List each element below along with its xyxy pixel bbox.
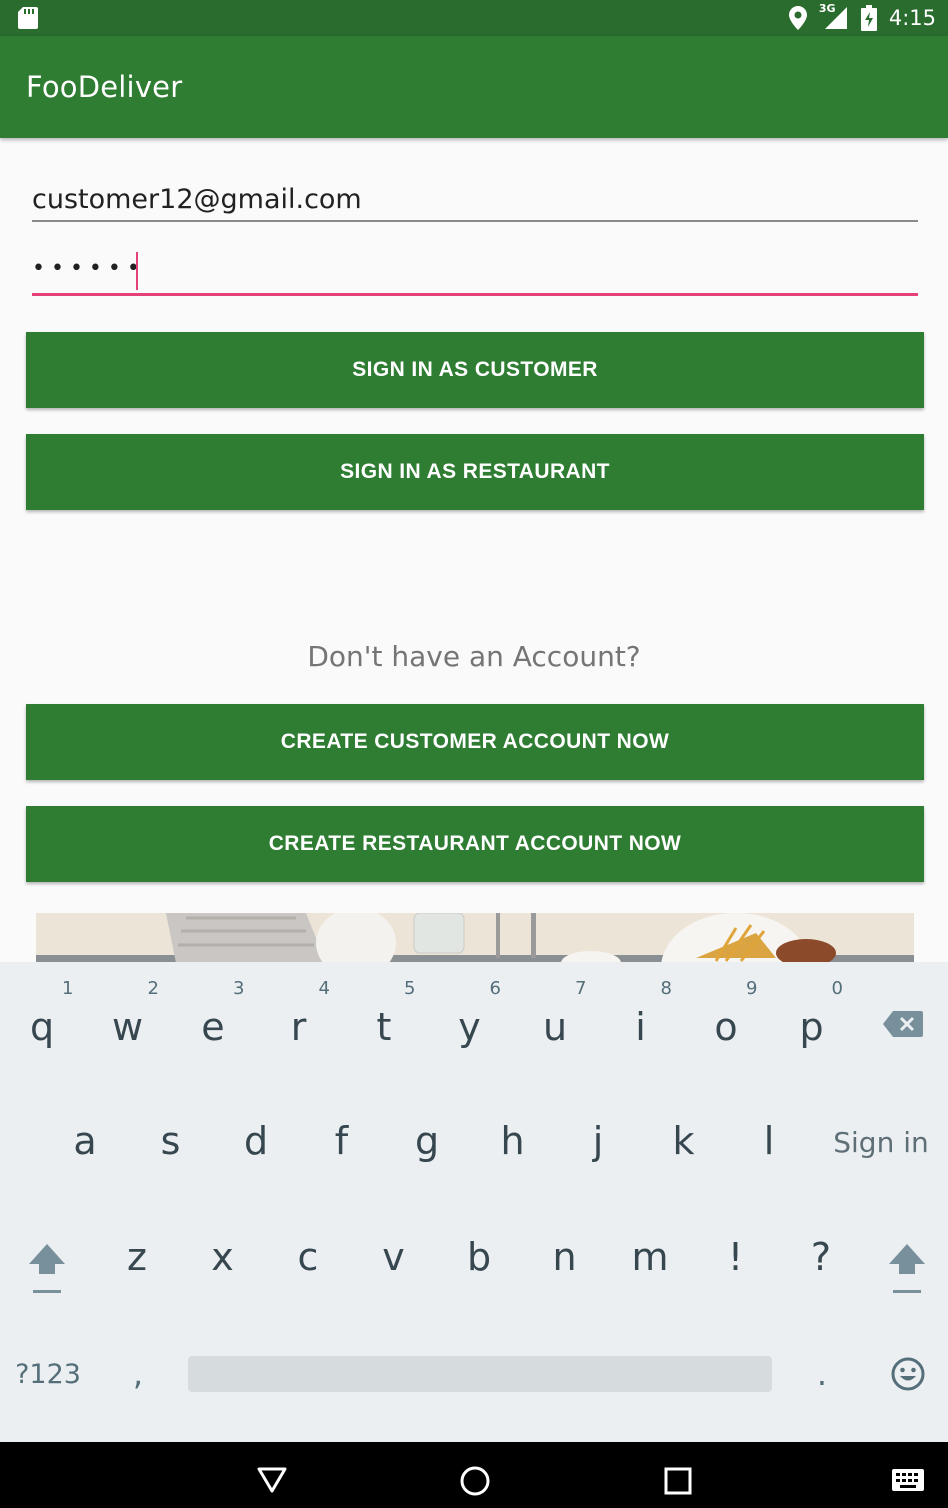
key-z[interactable]: z <box>107 1224 167 1290</box>
backspace-icon <box>883 1011 923 1037</box>
emoji-key[interactable] <box>876 1346 940 1402</box>
shift-icon <box>889 1244 925 1293</box>
create-restaurant-account-button[interactable]: CREATE RESTAURANT ACCOUNT NOW <box>26 806 924 882</box>
text-cursor <box>136 252 138 290</box>
shift-icon <box>29 1244 65 1293</box>
recents-icon[interactable] <box>664 1467 692 1495</box>
location-icon <box>788 6 807 30</box>
status-time: 4:15 <box>888 6 936 30</box>
key-i[interactable]: i <box>611 994 671 1060</box>
sign-in-restaurant-button[interactable]: SIGN IN AS RESTAURANT <box>26 434 924 510</box>
key-exclamation[interactable]: ! <box>706 1224 766 1290</box>
shift-key-right[interactable] <box>872 1230 942 1310</box>
key-d[interactable]: d <box>226 1108 286 1174</box>
status-bar: 3G 4:15 <box>0 0 948 36</box>
period-key[interactable]: . <box>794 1346 850 1402</box>
create-customer-account-button[interactable]: CREATE CUSTOMER ACCOUNT NOW <box>26 704 924 780</box>
signal-icon: 3G <box>819 2 849 31</box>
app-title: FooDeliver <box>26 70 183 104</box>
key-e[interactable]: e <box>183 994 243 1060</box>
key-o[interactable]: o <box>696 994 756 1060</box>
symbols-key[interactable]: ?123 <box>4 1346 92 1402</box>
on-screen-keyboard: 1q2w3e4r5t6y7u8i9o0p asdfghjkl Sign in z… <box>0 962 948 1442</box>
key-s[interactable]: s <box>141 1108 201 1174</box>
shift-key-left[interactable] <box>12 1230 82 1310</box>
navigation-bar <box>0 1442 948 1508</box>
key-a[interactable]: a <box>55 1108 115 1174</box>
home-icon[interactable] <box>459 1465 491 1497</box>
sign-in-action-key[interactable]: Sign in <box>826 1112 936 1172</box>
key-c[interactable]: c <box>278 1224 338 1290</box>
food-banner-image <box>36 913 914 963</box>
key-q[interactable]: q <box>12 994 72 1060</box>
key-l[interactable]: l <box>739 1108 799 1174</box>
spacebar[interactable] <box>188 1356 772 1392</box>
key-question[interactable]: ? <box>791 1224 851 1290</box>
app-bar: FooDeliver <box>0 36 948 138</box>
comma-key[interactable]: , <box>110 1346 166 1402</box>
key-h[interactable]: h <box>483 1108 543 1174</box>
email-value: customer12@gmail.com <box>32 184 362 215</box>
no-account-text: Don't have an Account? <box>307 640 641 673</box>
keyboard-switch-icon[interactable] <box>892 1469 924 1493</box>
key-w[interactable]: w <box>98 994 158 1060</box>
key-y[interactable]: y <box>440 994 500 1060</box>
key-b[interactable]: b <box>449 1224 509 1290</box>
key-k[interactable]: k <box>654 1108 714 1174</box>
key-v[interactable]: v <box>364 1224 424 1290</box>
emoji-icon <box>891 1357 925 1391</box>
email-field[interactable]: customer12@gmail.com <box>32 176 918 222</box>
sd-card-icon <box>18 7 38 29</box>
sign-in-customer-button[interactable]: SIGN IN AS CUSTOMER <box>26 332 924 408</box>
key-m[interactable]: m <box>620 1224 680 1290</box>
key-t[interactable]: t <box>354 994 414 1060</box>
key-n[interactable]: n <box>535 1224 595 1290</box>
key-j[interactable]: j <box>568 1108 628 1174</box>
key-x[interactable]: x <box>193 1224 253 1290</box>
password-field[interactable]: •••••• <box>32 246 918 296</box>
key-f[interactable]: f <box>312 1108 372 1174</box>
key-r[interactable]: r <box>269 994 329 1060</box>
password-value: •••••• <box>32 256 146 281</box>
key-p[interactable]: p <box>782 994 842 1060</box>
backspace-key[interactable] <box>870 994 936 1054</box>
back-icon[interactable] <box>256 1466 288 1494</box>
battery-icon <box>860 5 877 31</box>
key-u[interactable]: u <box>525 994 585 1060</box>
key-g[interactable]: g <box>397 1108 457 1174</box>
